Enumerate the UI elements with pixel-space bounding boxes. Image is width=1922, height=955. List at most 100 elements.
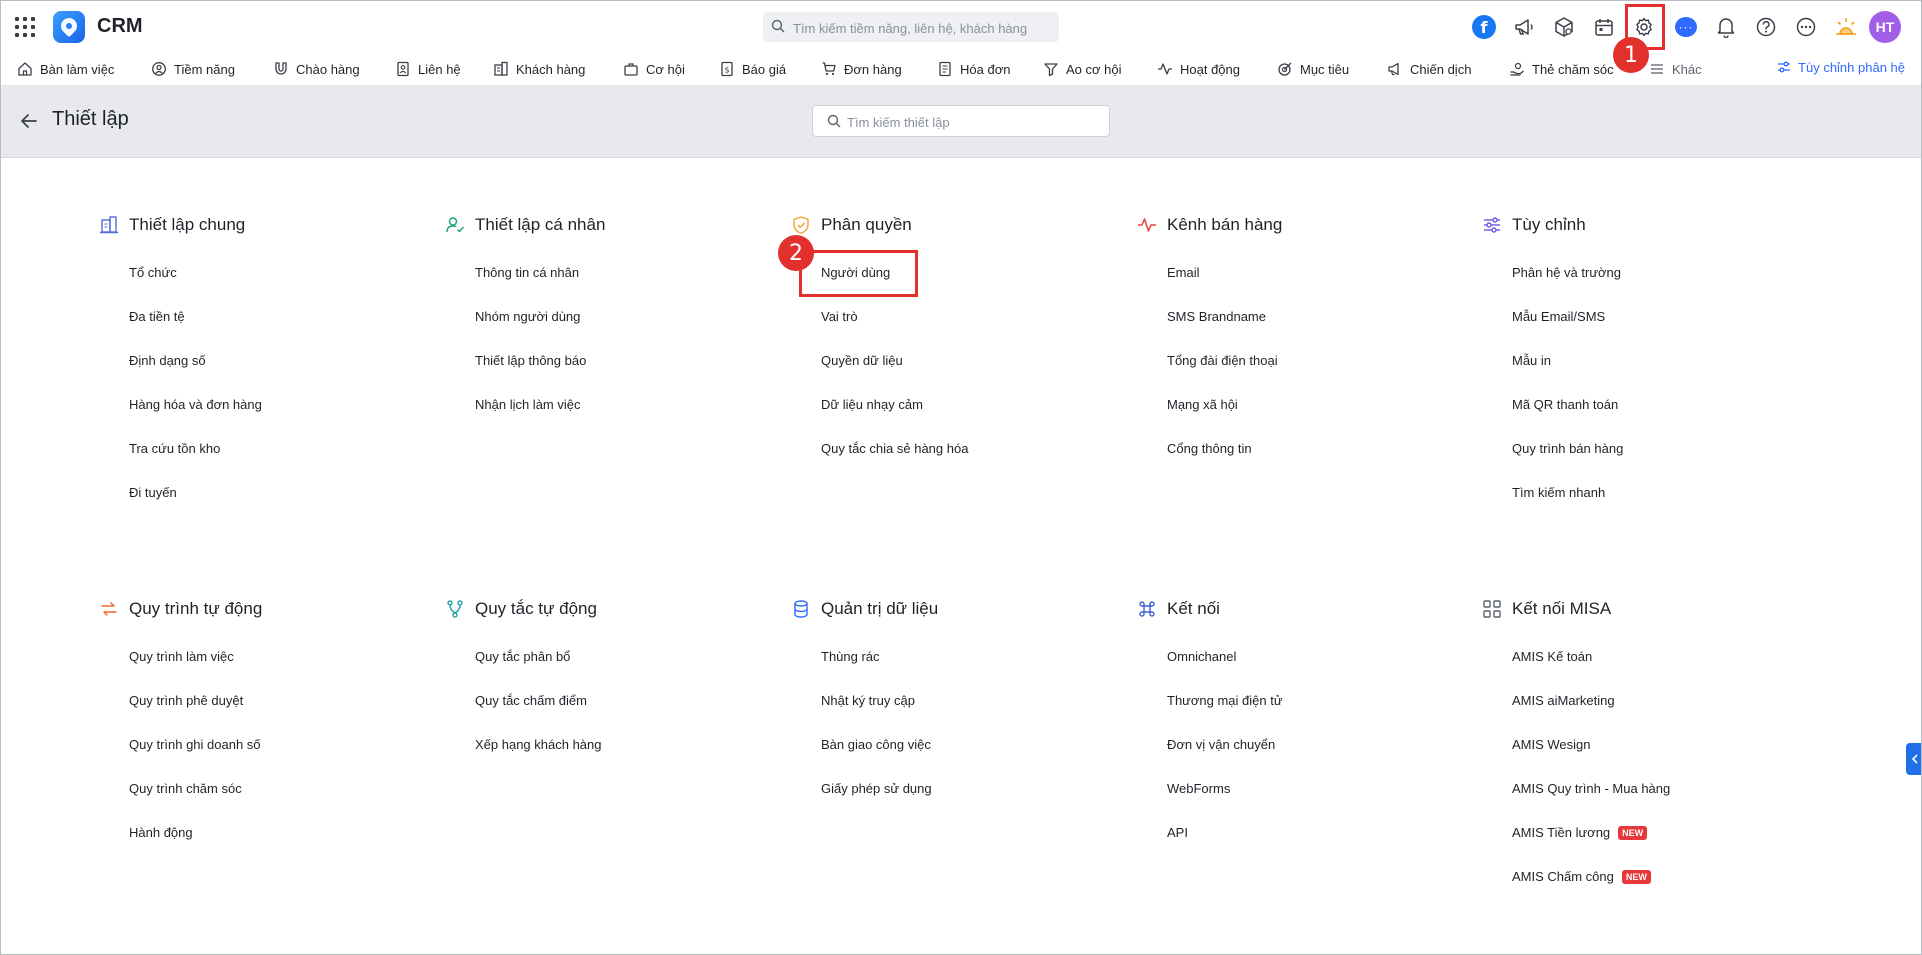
- setting-link[interactable]: Omnichanel: [1167, 649, 1236, 664]
- setting-link[interactable]: Quy tắc chia sẻ hàng hóa: [821, 441, 968, 456]
- chat-icon[interactable]: ···: [1673, 14, 1699, 40]
- cycle-icon: [99, 599, 119, 619]
- setting-link[interactable]: Tổng đài điện thoại: [1167, 353, 1278, 368]
- setting-link[interactable]: AMIS Wesign: [1512, 737, 1591, 752]
- search-icon: [827, 114, 841, 128]
- hamburger-icon: [1651, 64, 1663, 74]
- menu-more[interactable]: Khác: [1649, 59, 1702, 79]
- section-title: Kênh bán hàng: [1167, 215, 1283, 234]
- setting-link[interactable]: AMIS Kế toán: [1512, 649, 1592, 664]
- setting-link[interactable]: Hành động: [129, 825, 193, 840]
- setting-link[interactable]: AMIS aiMarketing: [1512, 693, 1615, 708]
- step-1-badge: 1: [1613, 37, 1649, 73]
- section-auto-rules: Quy tắc tự động Quy tắc phân bổ Quy tắc …: [445, 597, 745, 897]
- facebook-icon[interactable]: f: [1471, 14, 1497, 40]
- setting-link[interactable]: API: [1167, 825, 1188, 840]
- setting-link[interactable]: Quy trình bán hàng: [1512, 441, 1623, 456]
- setting-link[interactable]: SMS Brandname: [1167, 309, 1266, 324]
- care-hand-icon: [1510, 62, 1524, 76]
- setting-link[interactable]: Tìm kiếm nhanh: [1512, 485, 1605, 500]
- user-avatar[interactable]: HT: [1869, 11, 1901, 43]
- help-icon[interactable]: [1753, 14, 1779, 40]
- setting-link[interactable]: Mẫu in: [1512, 353, 1551, 368]
- setting-link[interactable]: Quy tắc phân bổ: [475, 649, 570, 664]
- setting-link[interactable]: WebForms: [1167, 781, 1230, 796]
- sliders-icon: [1778, 61, 1791, 73]
- settings-search[interactable]: [812, 105, 1110, 137]
- setting-link-amis-payroll[interactable]: AMIS Tiền lương NEW: [1512, 825, 1648, 840]
- home-icon: [18, 62, 32, 76]
- section-sales-channels: Kênh bán hàng Email SMS Brandname Tổng đ…: [1137, 213, 1437, 513]
- setting-link[interactable]: Xếp hạng khách hàng: [475, 737, 602, 752]
- setting-link[interactable]: Đơn vị vận chuyển: [1167, 737, 1275, 752]
- more-options-icon[interactable]: [1793, 14, 1819, 40]
- setting-link[interactable]: Email: [1167, 265, 1200, 280]
- menu-item-invoices[interactable]: Hóa đơn: [937, 59, 1010, 79]
- menu-item-orders[interactable]: Đơn hàng: [821, 59, 902, 79]
- menu-item-goals[interactable]: Mục tiêu: [1277, 59, 1349, 79]
- global-search-input[interactable]: [791, 16, 1055, 40]
- setting-link[interactable]: Phân hệ và trường: [1512, 265, 1621, 280]
- calendar-icon[interactable]: [1591, 14, 1617, 40]
- setting-link[interactable]: Nhật ký truy cập: [821, 693, 915, 708]
- setting-link[interactable]: Mã QR thanh toán: [1512, 397, 1618, 412]
- menu-item-leads[interactable]: Tiềm năng: [151, 59, 235, 79]
- setting-link[interactable]: Dữ liệu nhạy cảm: [821, 397, 923, 412]
- setting-link[interactable]: Tra cứu tồn kho: [129, 441, 220, 456]
- menu-item-opportunities[interactable]: Cơ hội: [623, 59, 685, 79]
- setting-link[interactable]: Thiết lập thông báo: [475, 353, 586, 368]
- setting-link[interactable]: AMIS Quy trình - Mua hàng: [1512, 781, 1670, 796]
- setting-link[interactable]: Nhóm người dùng: [475, 309, 580, 324]
- setting-link[interactable]: Thương mại điện tử: [1167, 693, 1283, 708]
- crm-logo-icon[interactable]: [53, 11, 85, 43]
- page-title: Thiết lập: [52, 108, 129, 130]
- global-search[interactable]: [763, 12, 1059, 42]
- section-title: Kết nối: [1167, 599, 1220, 618]
- section-title: Quy trình tự động: [129, 599, 263, 618]
- side-panel-toggle[interactable]: [1906, 743, 1921, 775]
- setting-link[interactable]: Hàng hóa và đơn hàng: [129, 397, 262, 412]
- setting-link[interactable]: Thông tin cá nhân: [475, 265, 579, 280]
- back-arrow-icon[interactable]: [19, 111, 39, 131]
- setting-link[interactable]: Quy tắc chấm điểm: [475, 693, 587, 708]
- setting-link[interactable]: Mẫu Email/SMS: [1512, 309, 1605, 324]
- megaphone-icon[interactable]: [1511, 14, 1537, 40]
- setting-link[interactable]: Cổng thông tin: [1167, 441, 1252, 456]
- settings-search-input[interactable]: [845, 111, 1105, 133]
- menu-item-campaigns[interactable]: Chiến dịch: [1387, 59, 1471, 79]
- sun-lamp-icon[interactable]: [1833, 14, 1859, 40]
- setting-link[interactable]: Nhận lịch làm việc: [475, 397, 581, 412]
- setting-link[interactable]: Giấy phép sử dụng: [821, 781, 932, 796]
- new-badge: NEW: [1618, 825, 1648, 840]
- setting-link-amis-timekeeping[interactable]: AMIS Chấm công NEW: [1512, 869, 1651, 884]
- setting-link[interactable]: Thùng rác: [821, 649, 880, 664]
- menu-item-desk[interactable]: Bàn làm việc: [17, 59, 114, 79]
- app-launcher-icon[interactable]: [15, 17, 35, 37]
- menu-item-activities[interactable]: Hoạt động: [1157, 59, 1240, 79]
- search-icon: [771, 19, 785, 33]
- setting-link[interactable]: Mạng xã hội: [1167, 397, 1238, 412]
- quote-doc-icon: $: [721, 61, 733, 77]
- menu-item-opportunity-pool[interactable]: Ao cơ hội: [1043, 59, 1122, 79]
- setting-link[interactable]: Quy trình phê duyệt: [129, 693, 243, 708]
- branch-icon: [445, 599, 465, 619]
- menu-item-quotes[interactable]: $ Báo giá: [719, 59, 786, 79]
- menu-item-care-cards[interactable]: Thẻ chăm sóc: [1509, 59, 1614, 79]
- menu-item-customers[interactable]: Khách hàng: [493, 59, 585, 79]
- menu-item-contacts[interactable]: Liên hệ: [395, 59, 461, 79]
- bell-icon[interactable]: [1713, 14, 1739, 40]
- menu-item-offers[interactable]: Chào hàng: [273, 59, 360, 79]
- setting-link[interactable]: Quy trình làm việc: [129, 649, 234, 664]
- setting-link[interactable]: Tổ chức: [129, 265, 177, 280]
- company-icon: [494, 61, 508, 76]
- setting-link[interactable]: Quyền dữ liệu: [821, 353, 903, 368]
- setting-link[interactable]: Đi tuyến: [129, 485, 177, 500]
- setting-link[interactable]: Vai trò: [821, 309, 858, 324]
- setting-link[interactable]: Quy trình ghi doanh số: [129, 737, 261, 752]
- customize-modules-link[interactable]: Tùy chỉnh phân hệ: [1776, 59, 1905, 75]
- setting-link[interactable]: Bàn giao công việc: [821, 737, 931, 752]
- box-search-icon[interactable]: [1551, 14, 1577, 40]
- setting-link[interactable]: Đa tiền tệ: [129, 309, 185, 324]
- setting-link[interactable]: Định dạng số: [129, 353, 206, 368]
- setting-link[interactable]: Quy trình chăm sóc: [129, 781, 242, 796]
